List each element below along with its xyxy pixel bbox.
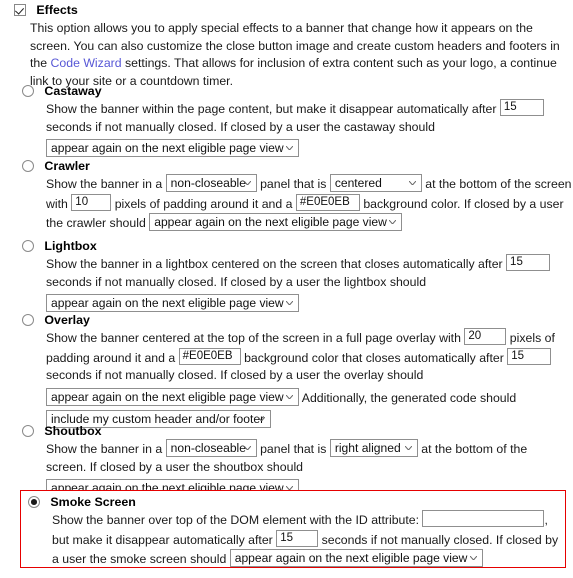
crawler-radio[interactable]	[22, 160, 34, 172]
shoutbox-alignment-value: right aligned	[334, 441, 401, 455]
crawler-text1: Show the banner in a	[46, 177, 163, 191]
shoutbox-title: Shoutbox	[44, 424, 102, 438]
crawler-alignment-value: centered	[334, 176, 382, 190]
overlay-text5: Additionally, the generated code should	[301, 390, 517, 405]
shoutbox-alignment-select[interactable]: right aligned	[329, 439, 418, 457]
overlay-padding-input[interactable]: 20	[464, 328, 507, 345]
lightbox-text1: Show the banner in a lightbox centered o…	[46, 257, 503, 271]
chevron-down-icon	[404, 446, 412, 450]
option-overlay: Overlay Show the banner centered at the …	[22, 313, 570, 430]
overlay-seconds-input[interactable]: 15	[507, 347, 552, 365]
option-shoutbox: Shoutbox Show the banner in a non-closea…	[22, 424, 566, 499]
lightbox-seconds-input[interactable]: 15	[506, 254, 551, 271]
shoutbox-closeable-select[interactable]: non-closeable	[165, 439, 257, 457]
shoutbox-closeable-value: non-closeable	[170, 441, 246, 455]
castaway-text1: Show the banner within the page content,…	[46, 102, 497, 116]
smokescreen-close-action-value: appear again on the next eligible page v…	[234, 551, 468, 566]
effects-description: This option allows you to apply special …	[30, 20, 566, 90]
lightbox-radio[interactable]	[22, 240, 34, 252]
lightbox-close-action-value: appear again on the next eligible page v…	[51, 296, 284, 311]
smokescreen-text1: Show the banner over top of the DOM elem…	[52, 513, 420, 527]
option-crawler: Crawler Show the banner in a non-closeab…	[22, 159, 572, 233]
crawler-radio-row[interactable]: Crawler	[22, 159, 566, 173]
smokescreen-title: Smoke Screen	[50, 495, 136, 509]
crawler-close-action-select[interactable]: appear again on the next eligible page v…	[149, 213, 403, 232]
crawler-text4: pixels of padding around it and a	[114, 196, 293, 211]
castaway-radio[interactable]	[22, 85, 34, 97]
castaway-text2: seconds if not manually closed. If close…	[46, 119, 435, 134]
crawler-title: Crawler	[44, 159, 90, 173]
effects-checkbox[interactable]	[14, 4, 26, 16]
effects-checkbox-row[interactable]: Effects	[14, 3, 566, 17]
overlay-text3: background color that closes automatical…	[244, 350, 504, 365]
crawler-bgcolor-input[interactable]: #E0E0EB	[295, 193, 360, 211]
shoutbox-radio[interactable]	[22, 425, 34, 437]
lightbox-title: Lightbox	[44, 239, 97, 253]
effects-title: Effects	[36, 3, 78, 17]
overlay-radio[interactable]	[22, 314, 34, 326]
castaway-close-action-select[interactable]: appear again on the next eligible page v…	[46, 139, 299, 158]
smokescreen-body: Show the banner over top of the DOM elem…	[52, 510, 566, 569]
chevron-down-icon	[286, 301, 293, 306]
overlay-title: Overlay	[44, 313, 90, 327]
crawler-closeable-value: non-closeable	[170, 176, 246, 190]
chevron-down-icon	[286, 146, 293, 151]
shoutbox-radio-row[interactable]: Shoutbox	[22, 424, 566, 438]
smokescreen-radio[interactable]	[28, 496, 40, 508]
smokescreen-close-action-select[interactable]: appear again on the next eligible page v…	[229, 549, 483, 568]
overlay-close-action-value: appear again on the next eligible page v…	[51, 389, 284, 404]
castaway-body: Show the banner within the page content,…	[46, 99, 566, 159]
overlay-close-action-select[interactable]: appear again on the next eligible page v…	[46, 387, 299, 406]
lightbox-text2: seconds if not manually closed. If close…	[46, 274, 427, 289]
castaway-radio-row[interactable]: Castaway	[22, 84, 566, 98]
chevron-down-icon	[389, 220, 397, 225]
castaway-close-action-value: appear again on the next eligible page v…	[51, 141, 284, 156]
overlay-text1: Show the banner centered at the top of t…	[46, 331, 461, 345]
crawler-closeable-select[interactable]: non-closeable	[165, 174, 257, 192]
overlay-text4: seconds if not manually closed. If close…	[46, 368, 424, 383]
effects-settings-panel: Effects This option allows you to apply …	[0, 0, 573, 578]
crawler-close-action-value: appear again on the next eligible page v…	[154, 215, 387, 230]
castaway-seconds-input[interactable]: 15	[499, 99, 544, 116]
chevron-down-icon	[286, 394, 293, 399]
option-castaway: Castaway Show the banner within the page…	[22, 84, 566, 159]
crawler-padding-input[interactable]: 10	[71, 193, 112, 211]
chevron-down-icon	[243, 446, 251, 450]
chevron-down-icon	[408, 181, 416, 185]
overlay-bgcolor-input[interactable]: #E0E0EB	[178, 347, 241, 365]
crawler-alignment-select[interactable]: centered	[329, 174, 422, 192]
chevron-down-icon	[258, 417, 265, 422]
lightbox-close-action-select[interactable]: appear again on the next eligible page v…	[46, 294, 299, 313]
chevron-down-icon	[469, 556, 477, 561]
smokescreen-dom-id-input[interactable]	[422, 510, 545, 527]
castaway-title: Castaway	[44, 84, 102, 98]
effects-header-group: Effects	[14, 3, 566, 17]
crawler-body: Show the banner in a non-closeable panel…	[46, 174, 573, 233]
smokescreen-radio-row[interactable]: Smoke Screen	[28, 495, 562, 509]
option-lightbox: Lightbox Show the banner in a lightbox c…	[22, 239, 566, 314]
lightbox-radio-row[interactable]: Lightbox	[22, 239, 566, 253]
crawler-text2: panel that is	[260, 177, 327, 191]
option-smokescreen: Smoke Screen Show the banner over top of…	[28, 495, 562, 569]
shoutbox-text2: panel that is	[260, 442, 327, 456]
shoutbox-text1: Show the banner in a	[46, 442, 163, 456]
smokescreen-seconds-input[interactable]: 15	[276, 529, 319, 547]
overlay-body: Show the banner centered at the top of t…	[46, 328, 573, 430]
overlay-radio-row[interactable]: Overlay	[22, 313, 570, 327]
lightbox-body: Show the banner in a lightbox centered o…	[46, 254, 568, 314]
chevron-down-icon	[243, 181, 251, 185]
code-wizard-link[interactable]: Code Wizard	[51, 56, 122, 70]
